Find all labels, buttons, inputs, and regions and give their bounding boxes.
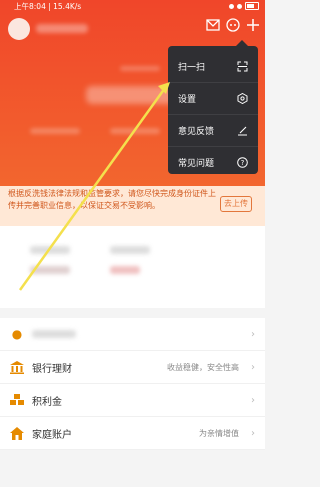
annotation-arrow [18,82,170,291]
